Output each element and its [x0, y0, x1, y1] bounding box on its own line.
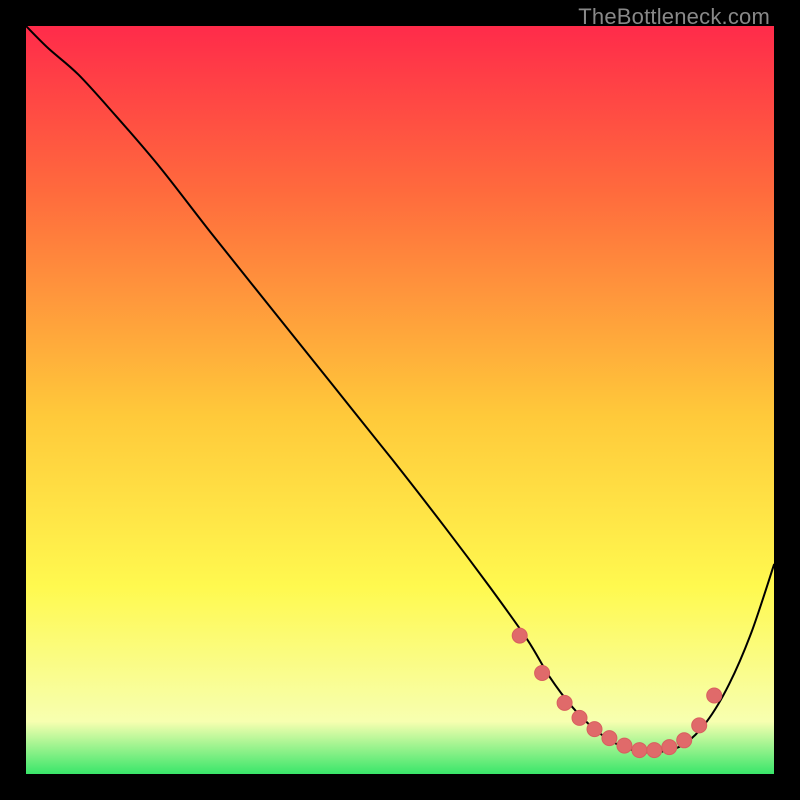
- valley-marker: [572, 710, 587, 725]
- chart-frame: [26, 26, 774, 774]
- chart-background: [26, 26, 774, 774]
- valley-marker: [535, 666, 550, 681]
- valley-marker: [557, 695, 572, 710]
- valley-marker: [512, 628, 527, 643]
- valley-marker: [617, 738, 632, 753]
- valley-marker: [692, 718, 707, 733]
- valley-marker: [602, 731, 617, 746]
- valley-marker: [647, 743, 662, 758]
- valley-marker: [677, 733, 692, 748]
- watermark-text: TheBottleneck.com: [578, 4, 770, 30]
- valley-marker: [662, 740, 677, 755]
- valley-marker: [632, 743, 647, 758]
- valley-marker: [587, 722, 602, 737]
- valley-marker: [707, 688, 722, 703]
- bottleneck-chart: [26, 26, 774, 774]
